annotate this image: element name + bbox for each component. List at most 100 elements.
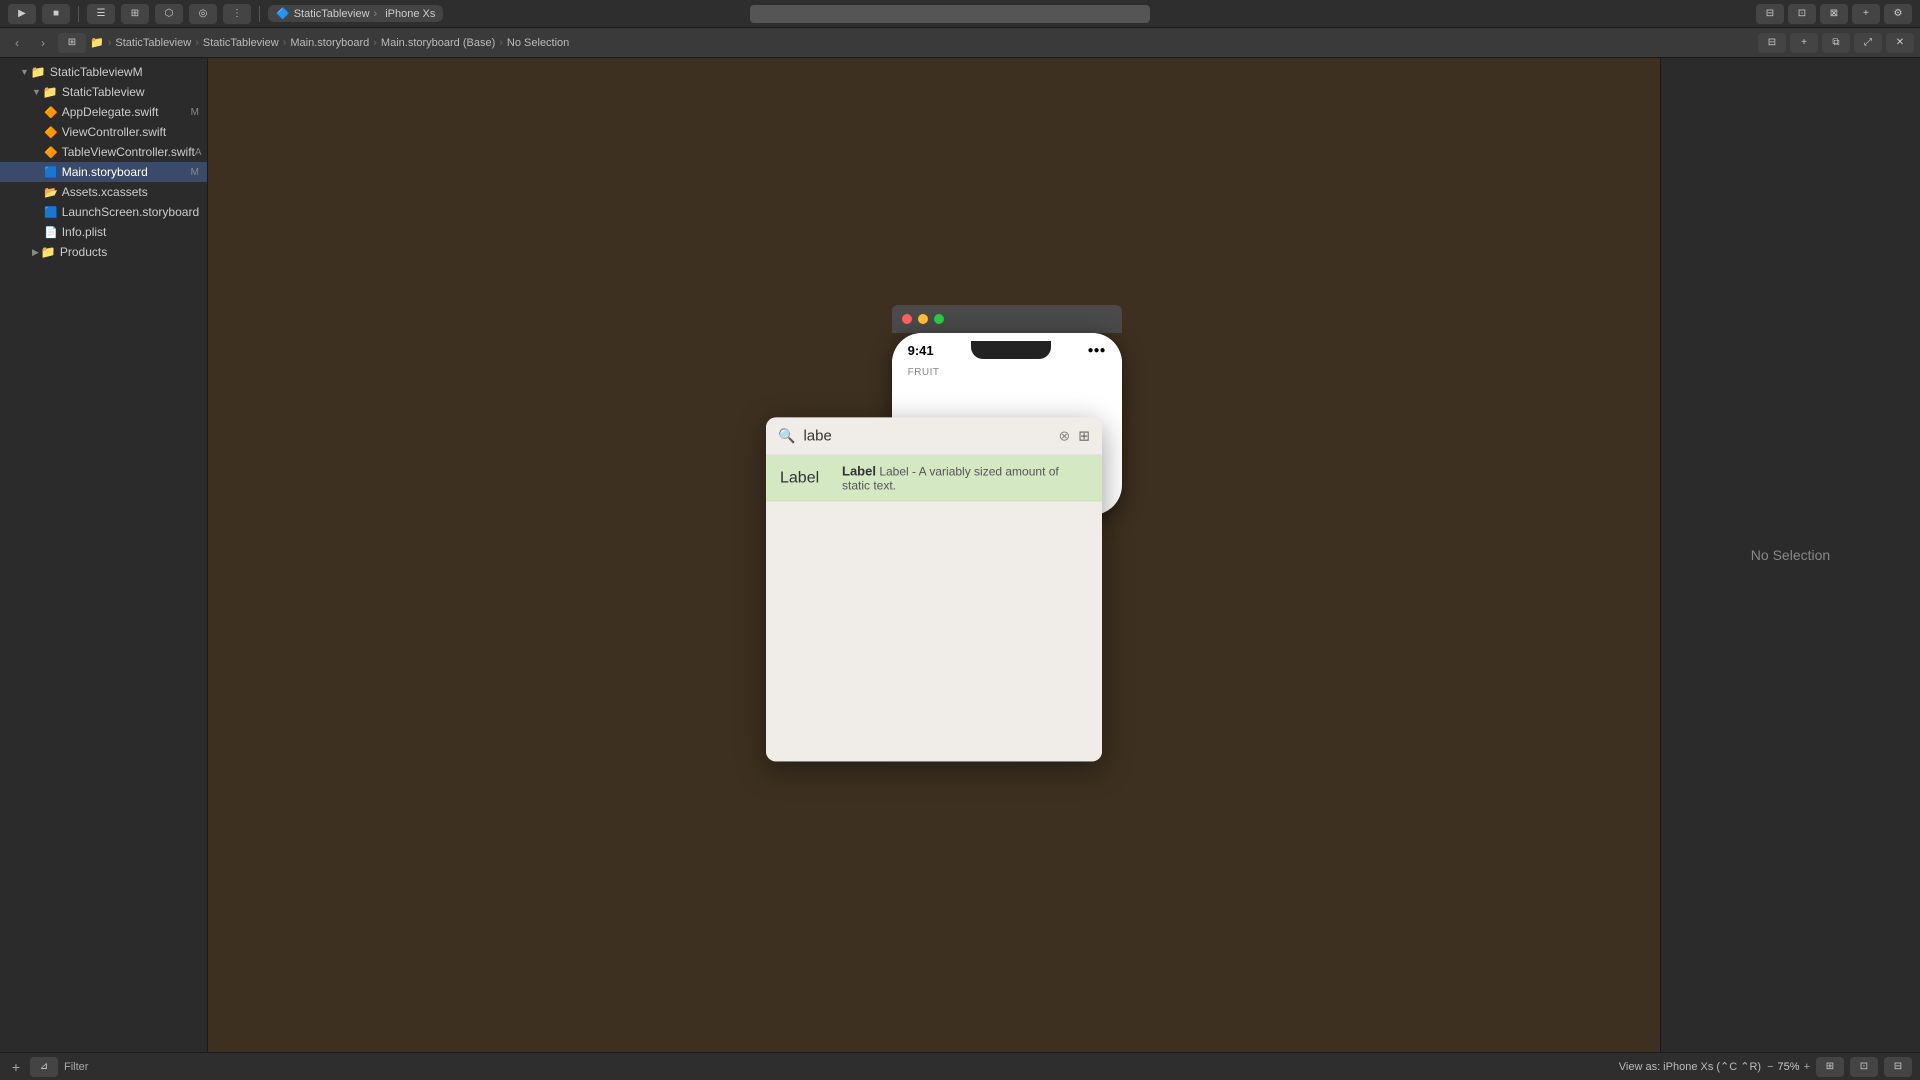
panel-right-toggle[interactable]: ⊠ [1820,4,1848,24]
sidebar-item-tableviewcontroller[interactable]: 🔶 TableViewController.swift A [0,142,207,162]
sidebar-label-appdelegate: AppDelegate.swift [62,105,159,119]
sidebar-label-staticTableview: StaticTableview [50,65,133,79]
zoom-control: − 75% + [1767,1061,1810,1073]
sidebar-item-staticTableview-root[interactable]: ▼ 📁 StaticTableview M [0,62,207,82]
sidebar-label-launch: LaunchScreen.storyboard [62,205,199,219]
badge-tvc: A [195,147,202,158]
library-button[interactable]: + [1852,4,1880,24]
filter-button[interactable]: ⋮ [223,4,251,24]
no-selection-label: No Selection [1751,547,1830,563]
iphone-time: 9:41 [908,343,934,358]
assets-icon: 📂 [44,186,58,199]
scheme-name: StaticTableview [294,8,370,20]
more-options[interactable]: ⊟ [1884,1057,1912,1077]
back-button[interactable]: ‹ [6,33,28,53]
divider [78,6,79,22]
zoom-in-button[interactable]: + [1804,1061,1810,1073]
swift-icon3: 🔶 [44,146,58,159]
sidebar-label-assets: Assets.xcassets [62,185,148,199]
sidebar-label-plist: Info.plist [62,225,107,239]
filter-icon[interactable]: ⊿ [30,1057,58,1077]
sidebar-item-products[interactable]: ▶ 📁 Products [0,242,207,262]
bottom-bar-right: View as: iPhone Xs (⌃C ⌃R) − 75% + ⊞ ⊡ ⊟ [1619,1057,1912,1077]
dot-yellow[interactable] [918,314,928,324]
clear-button[interactable]: ⊗ [1059,427,1071,444]
iphone-notch [971,341,1051,359]
device-name: iPhone Xs [385,8,435,20]
expand-arrow2: ▼ [32,87,41,97]
location-button[interactable]: ◎ [189,4,217,24]
breadcrumb-item-staticTableview[interactable]: StaticTableview [115,37,191,49]
folder-icon2: 📁 [43,85,58,99]
folder-icon3: 📁 [41,245,56,259]
top-toolbar: ▶ ■ ☰ ⊞ ⬡ ◎ ⋮ 🔷 StaticTableview › iPhone… [0,0,1920,28]
canvas-area[interactable]: 9:41 ●●● FRUIT Table View Static Content [208,58,1660,1052]
fruit-header: FRUIT [892,363,1122,380]
settings-button[interactable]: ⚙ [1884,4,1912,24]
scheme-icon: 🔷 [276,7,290,20]
sidebar-item-assets[interactable]: 📂 Assets.xcassets [0,182,207,202]
breadcrumb-item-1[interactable]: 📁 [90,36,104,49]
launch-icon: 🟦 [44,206,58,219]
view-options[interactable]: ⊡ [1850,1057,1878,1077]
result-info: Label Label - A variably sized amount of… [842,463,1088,492]
navigator-toggle[interactable]: ☰ [87,4,115,24]
panel-center-toggle[interactable]: ⊡ [1788,4,1816,24]
hierarchy-view-button[interactable]: ⊞ [58,33,86,53]
scheme-selector[interactable]: 🔷 StaticTableview › iPhone Xs [268,5,443,22]
breadcrumb-item-main[interactable]: Main.storyboard [290,37,369,49]
sidebar-item-appdelegate[interactable]: 🔶 AppDelegate.swift M [0,102,207,122]
divider2 [259,6,260,22]
close-editor-button[interactable]: ✕ [1886,33,1914,53]
split-view-button[interactable]: ⧉ [1822,33,1850,53]
panel-left-toggle[interactable]: ⊟ [1756,4,1784,24]
filter-label: Filter [64,1061,88,1073]
sidebar-item-staticTableview-sub[interactable]: ▼ 📁 StaticTableview [0,82,207,102]
top-search-bar[interactable] [750,5,1150,23]
zoom-out-button[interactable]: − [1767,1061,1773,1073]
breadcrumb-item-staticTableview2[interactable]: StaticTableview [203,37,279,49]
window-bar [892,305,1122,333]
sidebar-item-main-storyboard[interactable]: 🟦 Main.storyboard M [0,162,207,182]
right-panel: No Selection [1660,58,1920,1052]
hierarchy-button[interactable]: ⊞ [121,4,149,24]
sidebar-label-products: Products [60,245,107,259]
sidebar: ▼ 📁 StaticTableview M ▼ 📁 StaticTablevie… [0,58,208,1052]
badge-M: M [133,65,143,79]
swift-icon: 🔶 [44,106,58,119]
label-result-item[interactable]: Label Label Label - A variably sized amo… [766,455,1102,501]
inspector-button[interactable]: ⊟ [1758,33,1786,53]
badge-main: M [191,167,199,178]
chevron-icon: › [374,8,378,20]
result-preview: Label [780,469,830,487]
second-toolbar: ‹ › ⊞ 📁 › StaticTableview › StaticTablev… [0,28,1920,58]
breakpoint-button[interactable]: ⬡ [155,4,183,24]
component-search-input[interactable] [803,427,1050,444]
zoom-fit-button[interactable]: ⤢ [1854,33,1882,53]
grid-view-button[interactable]: ⊞ [1078,427,1090,444]
dot-red[interactable] [902,314,912,324]
forward-button[interactable]: › [32,33,54,53]
add-editor-button[interactable]: + [1790,33,1818,53]
bottom-bar-left: + ⊿ Filter [8,1057,88,1077]
zoom-level: 75% [1778,1061,1800,1073]
dot-green[interactable] [934,314,944,324]
sidebar-item-plist[interactable]: 📄 Info.plist [0,222,207,242]
view-as-label: View as: iPhone Xs (⌃C ⌃R) [1619,1060,1761,1073]
expand-arrow: ▼ [20,67,29,77]
iphone-status-bar: 9:41 ●●● [892,333,1122,363]
storyboard-icon: 🟦 [44,166,58,179]
plist-icon: 📄 [44,226,58,239]
result-name: Label [842,463,876,478]
badge-appdelegate: M [191,107,199,118]
main-content: 9:41 ●●● FRUIT Table View Static Content [208,58,1920,1052]
sidebar-item-viewcontroller[interactable]: 🔶 ViewController.swift [0,122,207,142]
breadcrumb-item-base[interactable]: Main.storyboard (Base) [381,37,495,49]
layout-options[interactable]: ⊞ [1816,1057,1844,1077]
second-toolbar-right: ⊟ + ⧉ ⤢ ✕ [1758,33,1914,53]
add-button[interactable]: + [8,1059,24,1075]
sidebar-item-launch[interactable]: 🟦 LaunchScreen.storyboard [0,202,207,222]
run-button[interactable]: ▶ [8,4,36,24]
stop-button[interactable]: ■ [42,4,70,24]
breadcrumb-item-no-selection[interactable]: No Selection [507,37,569,49]
